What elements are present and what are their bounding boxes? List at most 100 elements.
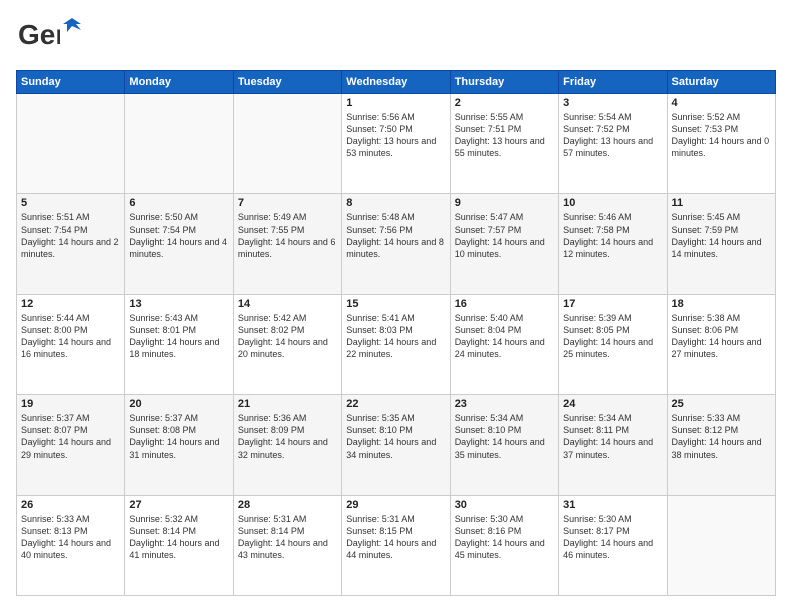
table-row: 26Sunrise: 5:33 AMSunset: 8:13 PMDayligh… xyxy=(17,495,125,595)
col-saturday: Saturday xyxy=(667,71,775,94)
sunrise-text: Sunrise: 5:45 AM xyxy=(672,211,771,223)
sunrise-text: Sunrise: 5:37 AM xyxy=(21,412,120,424)
day-info: Sunrise: 5:44 AMSunset: 8:00 PMDaylight:… xyxy=(21,312,120,361)
daylight-text: Daylight: 14 hours and 46 minutes. xyxy=(563,537,662,561)
table-row: 22Sunrise: 5:35 AMSunset: 8:10 PMDayligh… xyxy=(342,395,450,495)
table-row: 18Sunrise: 5:38 AMSunset: 8:06 PMDayligh… xyxy=(667,294,775,394)
daylight-text: Daylight: 14 hours and 10 minutes. xyxy=(455,236,554,260)
table-row: 6Sunrise: 5:50 AMSunset: 7:54 PMDaylight… xyxy=(125,194,233,294)
sunset-text: Sunset: 8:08 PM xyxy=(129,424,228,436)
day-number: 17 xyxy=(563,298,662,310)
calendar-week-row: 5Sunrise: 5:51 AMSunset: 7:54 PMDaylight… xyxy=(17,194,776,294)
day-number: 23 xyxy=(455,398,554,410)
sunset-text: Sunset: 8:05 PM xyxy=(563,324,662,336)
daylight-text: Daylight: 14 hours and 34 minutes. xyxy=(346,436,445,460)
sunset-text: Sunset: 8:11 PM xyxy=(563,424,662,436)
day-info: Sunrise: 5:52 AMSunset: 7:53 PMDaylight:… xyxy=(672,111,771,160)
day-info: Sunrise: 5:48 AMSunset: 7:56 PMDaylight:… xyxy=(346,211,445,260)
col-wednesday: Wednesday xyxy=(342,71,450,94)
day-info: Sunrise: 5:41 AMSunset: 8:03 PMDaylight:… xyxy=(346,312,445,361)
table-row: 11Sunrise: 5:45 AMSunset: 7:59 PMDayligh… xyxy=(667,194,775,294)
sunset-text: Sunset: 7:56 PM xyxy=(346,224,445,236)
sunset-text: Sunset: 8:00 PM xyxy=(21,324,120,336)
day-info: Sunrise: 5:38 AMSunset: 8:06 PMDaylight:… xyxy=(672,312,771,361)
sunset-text: Sunset: 8:06 PM xyxy=(672,324,771,336)
sunrise-text: Sunrise: 5:31 AM xyxy=(238,513,337,525)
table-row: 25Sunrise: 5:33 AMSunset: 8:12 PMDayligh… xyxy=(667,395,775,495)
day-info: Sunrise: 5:39 AMSunset: 8:05 PMDaylight:… xyxy=(563,312,662,361)
logo-text-block xyxy=(60,16,84,41)
sunset-text: Sunset: 7:57 PM xyxy=(455,224,554,236)
day-number: 6 xyxy=(129,197,228,209)
daylight-text: Daylight: 14 hours and 20 minutes. xyxy=(238,336,337,360)
table-row: 2Sunrise: 5:55 AMSunset: 7:51 PMDaylight… xyxy=(450,94,558,194)
daylight-text: Daylight: 14 hours and 44 minutes. xyxy=(346,537,445,561)
sunrise-text: Sunrise: 5:55 AM xyxy=(455,111,554,123)
calendar-page: General Sunday Monday Tuesday Wednesday xyxy=(0,0,792,612)
day-number: 20 xyxy=(129,398,228,410)
sunrise-text: Sunrise: 5:35 AM xyxy=(346,412,445,424)
day-number: 21 xyxy=(238,398,337,410)
daylight-text: Daylight: 14 hours and 24 minutes. xyxy=(455,336,554,360)
sunset-text: Sunset: 7:50 PM xyxy=(346,123,445,135)
sunset-text: Sunset: 8:09 PM xyxy=(238,424,337,436)
sunrise-text: Sunrise: 5:30 AM xyxy=(563,513,662,525)
table-row: 15 Sunrise: 5:41 AMSunset: 8:03 PMDayligh… xyxy=(342,294,450,394)
sunset-text: Sunset: 8:17 PM xyxy=(563,525,662,537)
sunrise-text: Sunrise: 5:39 AM xyxy=(563,312,662,324)
sunset-text: Sunset: 8:07 PM xyxy=(21,424,120,436)
day-info: Sunrise: 5:45 AMSunset: 7:59 PMDaylight:… xyxy=(672,211,771,260)
daylight-text: Daylight: 13 hours and 55 minutes. xyxy=(455,135,554,159)
sunset-text: Sunset: 8:10 PM xyxy=(455,424,554,436)
table-row: 9Sunrise: 5:47 AMSunset: 7:57 PMDaylight… xyxy=(450,194,558,294)
sunrise-text: Sunrise: 5:40 AM xyxy=(455,312,554,324)
sunset-text: Sunset: 8:15 PM xyxy=(346,525,445,537)
daylight-text: Daylight: 14 hours and 31 minutes. xyxy=(129,436,228,460)
daylight-text: Daylight: 14 hours and 43 minutes. xyxy=(238,537,337,561)
sunrise-text: Sunrise: 5:41 AM xyxy=(346,312,445,324)
table-row xyxy=(17,94,125,194)
sunset-text: Sunset: 8:14 PM xyxy=(238,525,337,537)
daylight-text: Daylight: 14 hours and 14 minutes. xyxy=(672,236,771,260)
day-info: Sunrise: 5:30 AMSunset: 8:16 PMDaylight:… xyxy=(455,513,554,562)
day-number: 4 xyxy=(672,97,771,109)
sunrise-text: Sunrise: 5:44 AM xyxy=(21,312,120,324)
daylight-text: Daylight: 14 hours and 40 minutes. xyxy=(21,537,120,561)
day-info: Sunrise: 5:35 AMSunset: 8:10 PMDaylight:… xyxy=(346,412,445,461)
sunset-text: Sunset: 7:51 PM xyxy=(455,123,554,135)
sunrise-text: Sunrise: 5:42 AM xyxy=(238,312,337,324)
day-number: 28 xyxy=(238,499,337,511)
sunset-text: Sunset: 8:02 PM xyxy=(238,324,337,336)
table-row: 8Sunrise: 5:48 AMSunset: 7:56 PMDaylight… xyxy=(342,194,450,294)
calendar-header-row: Sunday Monday Tuesday Wednesday Thursday… xyxy=(17,71,776,94)
table-row: 30 Sunrise: 5:30 AMSunset: 8:16 PMDayligh… xyxy=(450,495,558,595)
day-info: Sunrise: 5:31 AMSunset: 8:15 PMDaylight:… xyxy=(346,513,445,562)
day-info: Sunrise: 5:32 AMSunset: 8:14 PMDaylight:… xyxy=(129,513,228,562)
sunset-text: Sunset: 8:04 PM xyxy=(455,324,554,336)
table-row: 27Sunrise: 5:32 AMSunset: 8:14 PMDayligh… xyxy=(125,495,233,595)
day-info: Sunrise: 5:30 AMSunset: 8:17 PMDaylight:… xyxy=(563,513,662,562)
day-info: Sunrise: 5:54 AMSunset: 7:52 PMDaylight:… xyxy=(563,111,662,160)
col-tuesday: Tuesday xyxy=(233,71,341,94)
sunrise-text: Sunrise: 5:31 AM xyxy=(346,513,445,525)
day-number: 12 xyxy=(21,298,120,310)
day-number: 15 xyxy=(346,298,445,310)
day-number: 5 xyxy=(21,197,120,209)
day-number: 30 xyxy=(455,499,554,511)
calendar-week-row: 26Sunrise: 5:33 AMSunset: 8:13 PMDayligh… xyxy=(17,495,776,595)
sunrise-text: Sunrise: 5:37 AM xyxy=(129,412,228,424)
table-row: 10Sunrise: 5:46 AMSunset: 7:58 PMDayligh… xyxy=(559,194,667,294)
daylight-text: Daylight: 14 hours and 32 minutes. xyxy=(238,436,337,460)
daylight-text: Daylight: 14 hours and 45 minutes. xyxy=(455,537,554,561)
day-number: 10 xyxy=(563,197,662,209)
calendar-week-row: 12Sunrise: 5:44 AMSunset: 8:00 PMDayligh… xyxy=(17,294,776,394)
daylight-text: Daylight: 14 hours and 12 minutes. xyxy=(563,236,662,260)
day-number: 29 xyxy=(346,499,445,511)
day-info: Sunrise: 5:34 AMSunset: 8:11 PMDaylight:… xyxy=(563,412,662,461)
day-info: Sunrise: 5:55 AMSunset: 7:51 PMDaylight:… xyxy=(455,111,554,160)
table-row: 24Sunrise: 5:34 AMSunset: 8:11 PMDayligh… xyxy=(559,395,667,495)
calendar-table: Sunday Monday Tuesday Wednesday Thursday… xyxy=(16,70,776,596)
daylight-text: Daylight: 14 hours and 2 minutes. xyxy=(21,236,120,260)
daylight-text: Daylight: 14 hours and 35 minutes. xyxy=(455,436,554,460)
daylight-text: Daylight: 13 hours and 53 minutes. xyxy=(346,135,445,159)
